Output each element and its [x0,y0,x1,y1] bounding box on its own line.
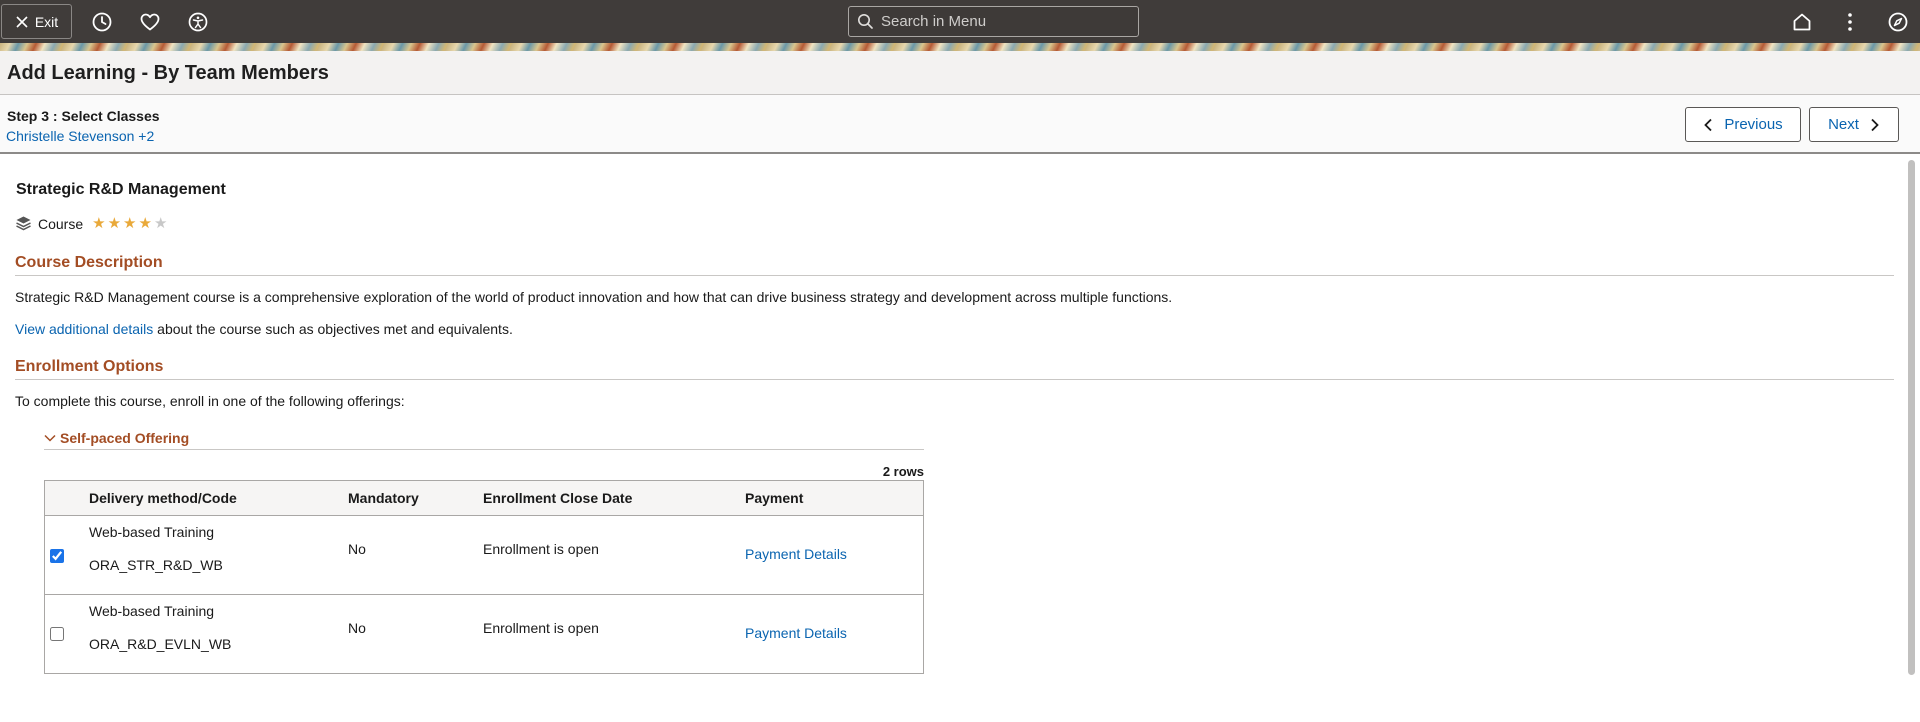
chevron-right-icon [1871,118,1879,131]
mandatory-value: No [348,541,366,557]
star-icon: ★ [138,215,152,232]
course-description-heading: Course Description [15,254,1894,276]
table-row: Web-based Training ORA_R&D_EVLN_WB No En… [45,596,923,674]
exit-label: Exit [34,13,59,30]
previous-button[interactable]: Previous [1685,107,1801,142]
accessibility-icon[interactable] [186,10,210,34]
star-empty-icon: ★ [153,215,168,232]
row-select-checkbox[interactable] [50,627,64,641]
more-options-icon[interactable] [1838,10,1862,34]
offerings-grid: Delivery method/Code Mandatory Enrollmen… [44,480,924,674]
mandatory-value: No [348,620,366,636]
search-input[interactable] [881,13,1121,30]
course-type-row: Course ★ ★ ★ ★ ★ [15,215,167,232]
view-additional-details-link[interactable]: View additional details [15,321,153,337]
additional-details-line: View additional details about the course… [15,321,513,337]
close-date-value: Enrollment is open [483,620,599,636]
chevron-down-icon [44,434,56,442]
grid-header: Delivery method/Code Mandatory Enrollmen… [45,481,923,516]
page-title: Add Learning - By Team Members [7,62,329,84]
navigator-icon[interactable] [1886,10,1910,34]
table-row: Web-based Training ORA_STR_R&D_WB No Enr… [45,517,923,595]
global-header: Exit [0,0,1920,43]
self-paced-offering-toggle[interactable]: Self-paced Offering [44,430,924,450]
payment-cell: Payment Details [745,625,847,641]
delivery-method: Web-based Training [89,524,215,540]
star-icon: ★ [123,215,137,232]
exit-button[interactable]: Exit [1,4,72,39]
rows-count: 2 rows [882,464,924,479]
delivery-method: Web-based Training [89,603,215,619]
selected-members-link[interactable]: Christelle Stevenson +2 [6,128,154,144]
history-icon[interactable] [90,10,114,34]
row-select-checkbox[interactable] [50,549,64,563]
search-menu-field[interactable] [848,6,1139,37]
enrollment-options-heading: Enrollment Options [15,358,1894,380]
step-label: Step 3 : Select Classes [7,108,160,124]
course-title: Strategic R&D Management [16,181,226,198]
column-header-mandatory: Mandatory [348,490,419,506]
column-header-close-date: Enrollment Close Date [483,490,633,506]
previous-label: Previous [1724,116,1783,133]
course-description-text: Strategic R&D Management course is a com… [15,289,1173,305]
search-icon [858,14,873,29]
next-label: Next [1828,116,1859,133]
chevron-left-icon [1704,118,1712,131]
offering-title: Self-paced Offering [60,430,190,446]
column-header-payment: Payment [745,490,804,506]
step-bar: Step 3 : Select Classes Christelle Steve… [0,95,1920,154]
star-icon: ★ [107,215,122,232]
course-type-label: Course [38,215,84,232]
star-icon: ★ [92,215,106,232]
column-header-delivery: Delivery method/Code [89,490,237,506]
payment-details-link[interactable]: Payment Details [745,546,847,562]
offering-code: ORA_STR_R&D_WB [89,557,223,573]
close-date-value: Enrollment is open [483,541,599,557]
payment-cell: Payment Details [745,546,847,562]
page-title-bar: Add Learning - By Team Members [0,51,1920,95]
payment-details-link[interactable]: Payment Details [745,625,847,641]
favorites-icon[interactable] [138,10,162,34]
decorative-banner [0,43,1920,51]
additional-details-suffix: about the course such as objectives met … [153,321,513,337]
course-stack-icon [16,216,31,231]
enrollment-instruction: To complete this course, enroll in one o… [15,393,405,409]
home-icon[interactable] [1790,10,1814,34]
course-rating: ★ ★ ★ ★ ★ [92,216,167,231]
next-button[interactable]: Next [1809,107,1899,142]
offering-code: ORA_R&D_EVLN_WB [89,636,232,652]
close-icon [16,15,28,28]
vertical-scrollbar[interactable] [1908,160,1915,675]
